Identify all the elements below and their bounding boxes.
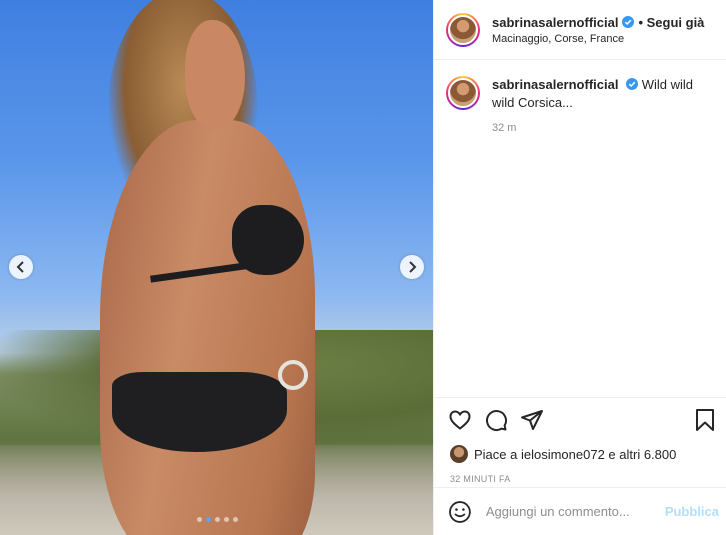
comment-bar: Pubblica — [434, 487, 726, 535]
follow-status[interactable]: • Segui già — [638, 15, 704, 30]
slide-dot — [215, 517, 220, 522]
comment-icon — [486, 410, 508, 432]
verified-badge-icon — [622, 16, 635, 28]
post-sidebar: sabrinasalernofficial • Segui già Macina… — [433, 0, 726, 535]
liker-avatar[interactable] — [450, 445, 468, 463]
previous-slide-button[interactable] — [9, 255, 33, 279]
slide-dot-active — [206, 517, 211, 522]
share-button[interactable] — [520, 408, 544, 432]
photo-subject-body — [100, 120, 315, 535]
like-button[interactable] — [448, 408, 472, 432]
author-avatar[interactable] — [446, 12, 480, 47]
action-bar — [434, 398, 726, 442]
post-actions-area: Piace a ielosimone072 e altri 6.800 32 M… — [434, 397, 726, 484]
slide-indicator — [197, 517, 238, 522]
chevron-left-icon — [16, 261, 24, 273]
photo-subject-face — [185, 20, 245, 130]
bookmark-icon — [696, 409, 714, 431]
likes-text[interactable]: Piace a ielosimone072 e altri 6.800 — [474, 447, 676, 462]
heart-icon — [449, 410, 471, 430]
author-username[interactable]: sabrinasalernofficial — [492, 15, 618, 30]
comment-button[interactable] — [484, 408, 508, 432]
next-slide-button[interactable] — [400, 255, 424, 279]
slide-dot — [197, 517, 202, 522]
post-location[interactable]: Macinaggio, Corse, France — [492, 33, 704, 45]
save-button[interactable] — [693, 408, 717, 432]
post-image[interactable] — [0, 0, 433, 535]
comment-input[interactable] — [485, 504, 665, 519]
chevron-right-icon — [409, 261, 417, 273]
emoji-icon[interactable] — [448, 500, 472, 524]
slide-dot — [224, 517, 229, 522]
post-timestamp[interactable]: 32 MINUTI FA — [434, 474, 726, 484]
post-caption: sabrinasalernofficial Wild wild wild Cor… — [434, 60, 726, 112]
caption-time: 32 m — [492, 122, 517, 134]
share-icon — [521, 410, 543, 430]
publish-button[interactable]: Pubblica — [665, 504, 719, 519]
likes-row[interactable]: Piace a ielosimone072 e altri 6.800 — [434, 442, 726, 466]
slide-dot — [233, 517, 238, 522]
photo-subject-bracelet — [278, 360, 308, 390]
caption-username[interactable]: sabrinasalernofficial — [492, 77, 618, 92]
post-header: sabrinasalernofficial • Segui già Macina… — [434, 0, 726, 60]
caption-author-avatar[interactable] — [446, 76, 480, 110]
verified-badge-icon — [626, 78, 639, 90]
